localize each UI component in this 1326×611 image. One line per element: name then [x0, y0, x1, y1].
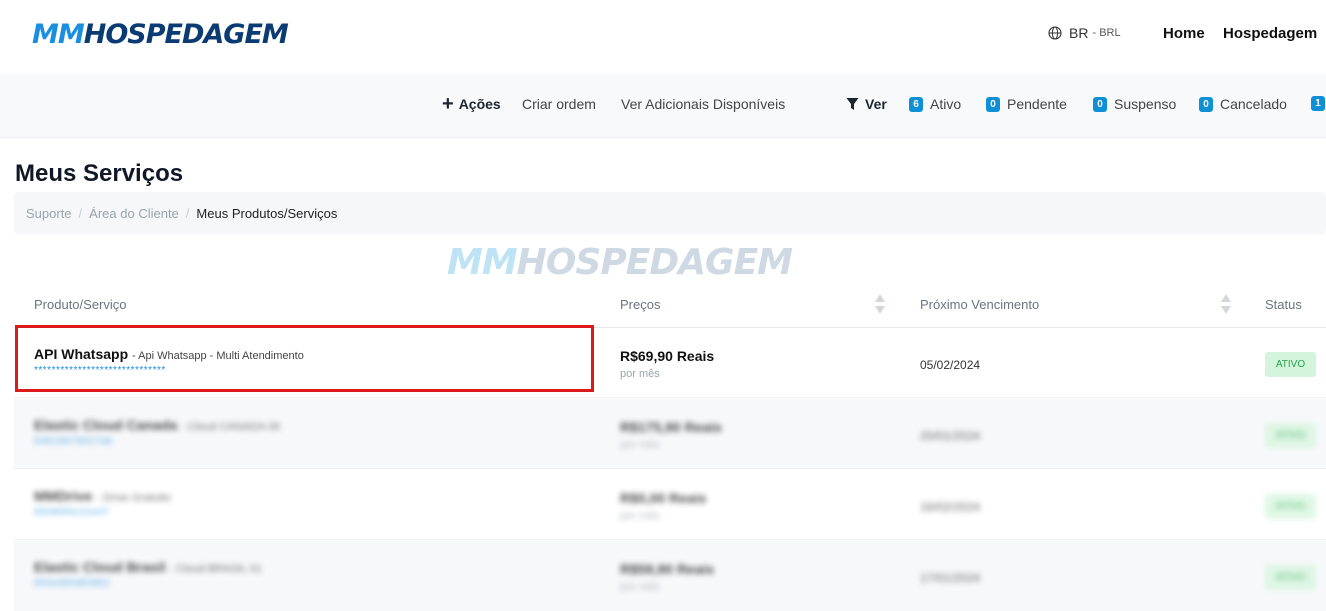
filter-pendente[interactable]: 0 Pendente — [986, 96, 1067, 112]
product-price: R$175,90 Reais — [620, 419, 722, 435]
product-price: R$0,00 Reais — [620, 490, 707, 506]
services-toolbar: + Ações Criar ordem Ver Adicionais Dispo… — [0, 74, 1326, 138]
billing-cycle: por mês — [620, 368, 660, 380]
count-badge: 6 — [909, 96, 923, 112]
plus-icon: + — [442, 93, 454, 115]
sort-icon[interactable] — [1220, 293, 1232, 315]
status-badge: ATIVO — [1265, 352, 1316, 377]
nav-home-link[interactable]: Home — [1163, 25, 1205, 42]
filter-ativo[interactable]: 6 Ativo — [909, 96, 961, 112]
column-header-due-date[interactable]: Próximo Vencimento — [920, 297, 1039, 312]
breadcrumb: Suporte / Área do Cliente / Meus Produto… — [14, 192, 1326, 234]
actions-button[interactable]: + Ações — [442, 93, 501, 115]
column-header-product[interactable]: Produto/Serviço — [34, 297, 127, 312]
billing-cycle: por mês — [620, 510, 660, 522]
product-domain[interactable]: 652ed50df2852 — [34, 578, 110, 589]
product-domain[interactable]: 64919679027ab — [34, 436, 113, 447]
create-order-button[interactable]: Criar ordem — [522, 96, 596, 112]
page-title: Meus Serviços — [15, 160, 184, 187]
product-name: MMDrive - Drive Gratuito — [34, 488, 171, 504]
status-badge: ATIVO — [1265, 565, 1316, 590]
filter-other[interactable]: 1 — [1311, 96, 1326, 111]
sort-icon[interactable] — [874, 293, 886, 315]
filter-icon — [846, 98, 859, 110]
view-addons-button[interactable]: Ver Adicionais Disponíveis — [621, 96, 785, 112]
product-domain[interactable]: 65085f0c21e07 — [34, 507, 109, 518]
filter-suspenso[interactable]: 0 Suspenso — [1093, 96, 1176, 112]
site-header: MMHOSPEDAGEM BR - BRL Home Hospedagem — [0, 0, 1326, 74]
brand-logo[interactable]: MMHOSPEDAGEM — [32, 19, 289, 51]
breadcrumb-current: Meus Produtos/Serviços — [196, 205, 338, 221]
status-badge: ATIVO — [1265, 494, 1316, 519]
product-name: API Whatsapp - Api Whatsapp - Multi Aten… — [34, 346, 304, 362]
filter-view-button[interactable]: Ver — [846, 96, 887, 112]
count-badge: 0 — [1199, 96, 1213, 112]
due-date: 17/01/2024 — [920, 571, 981, 585]
product-price: R$69,90 Reais — [620, 348, 715, 364]
due-date: 05/02/2024 — [920, 358, 981, 372]
status-badge: ATIVO — [1265, 423, 1316, 448]
column-header-status[interactable]: Status — [1265, 297, 1302, 312]
product-name: Elastic Cloud Brasil - Cloud BRASIL 01 — [34, 559, 262, 575]
product-domain[interactable]: ****************************** — [34, 365, 166, 376]
currency-code: - BRL — [1092, 27, 1121, 39]
billing-cycle: por mês — [620, 439, 660, 451]
filter-cancelado[interactable]: 0 Cancelado — [1199, 96, 1287, 112]
count-badge: 1 — [1311, 96, 1325, 111]
globe-icon — [1048, 26, 1062, 40]
table-row[interactable]: API Whatsapp - Api Whatsapp - Multi Aten… — [14, 328, 1326, 398]
product-price: R$59,90 Reais — [620, 561, 715, 577]
table-row[interactable]: Elastic Cloud Brasil - Cloud BRASIL 01 6… — [14, 541, 1326, 611]
due-date: 20/01/2024 — [920, 429, 981, 443]
breadcrumb-suporte[interactable]: Suporte — [26, 206, 72, 221]
product-name: Elastic Cloud Canada - Cloud CANADA 06 — [34, 417, 281, 433]
billing-cycle: por mês — [620, 581, 660, 593]
language-selector[interactable]: BR - BRL — [1048, 25, 1121, 41]
nav-hospedagem-link[interactable]: Hospedagem — [1223, 25, 1317, 42]
due-date: 16/02/2024 — [920, 500, 981, 514]
column-header-price[interactable]: Preços — [620, 297, 660, 312]
count-badge: 0 — [1093, 96, 1107, 112]
breadcrumb-area-cliente[interactable]: Área do Cliente — [89, 206, 179, 221]
watermark-logo: MMHOSPEDAGEM — [447, 242, 793, 283]
table-row[interactable]: Elastic Cloud Canada - Cloud CANADA 06 6… — [14, 399, 1326, 469]
count-badge: 0 — [986, 96, 1000, 112]
language-code: BR — [1069, 25, 1089, 41]
table-row[interactable]: MMDrive - Drive Gratuito 65085f0c21e07 R… — [14, 470, 1326, 540]
